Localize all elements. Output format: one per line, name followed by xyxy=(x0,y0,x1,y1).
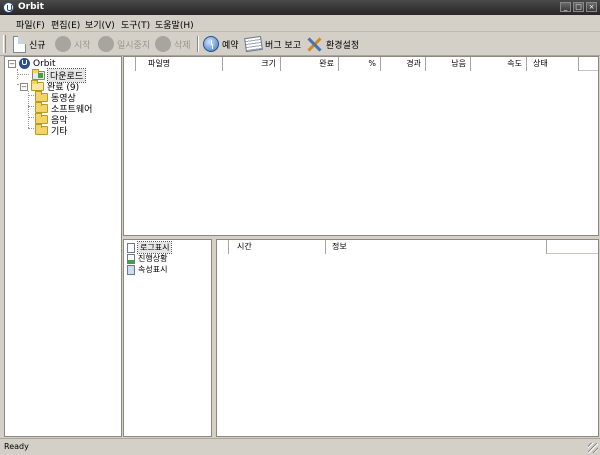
properties-icon xyxy=(127,264,135,275)
toolbar-separator xyxy=(197,36,199,52)
tree-line xyxy=(28,95,34,96)
progress-view-label: 진행상황 xyxy=(138,254,168,263)
column-header-blank[interactable] xyxy=(217,240,229,254)
resize-grip-icon[interactable] xyxy=(588,443,598,453)
progress-chart-icon xyxy=(127,253,135,264)
tree-root[interactable]: − Orbit xyxy=(8,58,56,69)
collapse-icon[interactable]: − xyxy=(8,59,16,68)
pause-button-label: 일시중지 xyxy=(117,40,151,51)
column-header-percent[interactable]: % xyxy=(339,57,381,71)
menu-edit[interactable]: 편집(E) xyxy=(51,18,80,31)
bug-report-button[interactable]: 버그 보고 xyxy=(244,34,301,54)
maximize-button[interactable]: □ xyxy=(573,2,584,12)
new-button[interactable]: 신규 xyxy=(13,34,46,54)
clock-icon xyxy=(203,36,219,52)
menu-tools[interactable]: 도구(T) xyxy=(121,18,150,31)
title-bar: Orbit _ □ × xyxy=(0,0,600,15)
window-title: Orbit xyxy=(18,2,44,12)
tree-line xyxy=(28,128,34,129)
column-header-blank[interactable] xyxy=(124,57,136,71)
toolbar: 신규 시작 일시중지 삭제 예약 버그 보고 환경설정 xyxy=(0,32,600,56)
properties-view-label: 속성표시 xyxy=(138,265,168,274)
column-header-time[interactable]: 시간 xyxy=(229,240,326,254)
delete-icon xyxy=(155,36,171,52)
tree-line xyxy=(28,117,34,118)
settings-button-label: 환경설정 xyxy=(326,40,360,51)
orbit-logo-icon xyxy=(3,2,14,13)
schedule-button-label: 예약 xyxy=(222,40,239,51)
bug-report-icon xyxy=(244,35,263,53)
status-text: Ready xyxy=(4,442,29,451)
menu-bar: 파일(F) 편집(E) 보기(V) 도구(T) 도움말(H) xyxy=(0,15,600,32)
orbit-icon xyxy=(19,58,30,69)
column-header-info[interactable]: 정보 xyxy=(326,240,547,254)
folder-icon xyxy=(35,113,48,124)
download-list[interactable]: 파일명 크기 완료 % 경과 남음 속도 상태 xyxy=(123,56,599,236)
pause-button[interactable]: 일시중지 xyxy=(98,34,150,54)
delete-button[interactable]: 삭제 xyxy=(155,34,191,54)
status-bar: Ready xyxy=(0,438,600,455)
bug-report-button-label: 버그 보고 xyxy=(265,40,301,51)
menu-file[interactable]: 파일(F) xyxy=(16,18,45,31)
collapse-icon[interactable]: − xyxy=(20,82,28,91)
menu-help[interactable]: 도움말(H) xyxy=(155,18,194,31)
delete-button-label: 삭제 xyxy=(174,40,191,51)
menu-view[interactable]: 보기(V) xyxy=(85,18,115,31)
info-view-list[interactable]: 로그표시 진행상황 속성표시 xyxy=(123,239,212,437)
tree-item-other[interactable]: 기타 xyxy=(35,124,68,137)
new-document-icon xyxy=(13,35,26,53)
new-button-label: 신규 xyxy=(29,40,46,51)
column-header-filename[interactable]: 파일명 xyxy=(136,57,223,71)
column-header-status[interactable]: 상태 xyxy=(527,57,579,71)
download-list-header: 파일명 크기 완료 % 경과 남음 속도 상태 xyxy=(124,57,598,71)
column-header-remaining[interactable]: 남음 xyxy=(426,57,471,71)
start-button[interactable]: 시작 xyxy=(55,34,91,54)
log-list[interactable]: 시간 정보 xyxy=(216,239,599,437)
properties-view-item[interactable]: 속성표시 xyxy=(127,264,167,275)
log-icon xyxy=(127,242,135,253)
toolbar-grip[interactable] xyxy=(3,35,6,53)
start-icon xyxy=(55,36,71,52)
progress-view-item[interactable]: 진행상황 xyxy=(127,253,167,264)
log-view-item[interactable]: 로그표시 xyxy=(127,241,173,254)
tree-root-label: Orbit xyxy=(33,58,56,69)
category-tree[interactable]: − Orbit 다운로드 − 완료 (9) 동영상 소프트웨어 음악 기타 xyxy=(4,56,122,437)
column-header-elapsed[interactable]: 경과 xyxy=(381,57,426,71)
tree-line xyxy=(28,91,29,128)
start-button-label: 시작 xyxy=(74,40,91,51)
tools-icon xyxy=(306,36,323,53)
log-view-label: 로그표시 xyxy=(136,241,173,254)
tree-line xyxy=(17,74,29,75)
folder-icon xyxy=(35,124,48,135)
tree-line xyxy=(28,106,34,107)
schedule-button[interactable]: 예약 xyxy=(203,34,239,54)
folder-icon xyxy=(35,102,48,113)
folder-open-icon xyxy=(31,80,44,91)
download-folder-icon xyxy=(32,69,45,80)
pause-icon xyxy=(98,36,114,52)
column-header-completed[interactable]: 완료 xyxy=(281,57,339,71)
minimize-button[interactable]: _ xyxy=(560,2,571,12)
column-header-speed[interactable]: 속도 xyxy=(471,57,527,71)
log-list-header: 시간 정보 xyxy=(217,240,598,254)
folder-icon xyxy=(35,91,48,102)
close-button[interactable]: × xyxy=(586,2,597,12)
settings-button[interactable]: 환경설정 xyxy=(306,34,359,54)
column-header-size[interactable]: 크기 xyxy=(223,57,281,71)
tree-item-other-label: 기타 xyxy=(51,127,68,137)
